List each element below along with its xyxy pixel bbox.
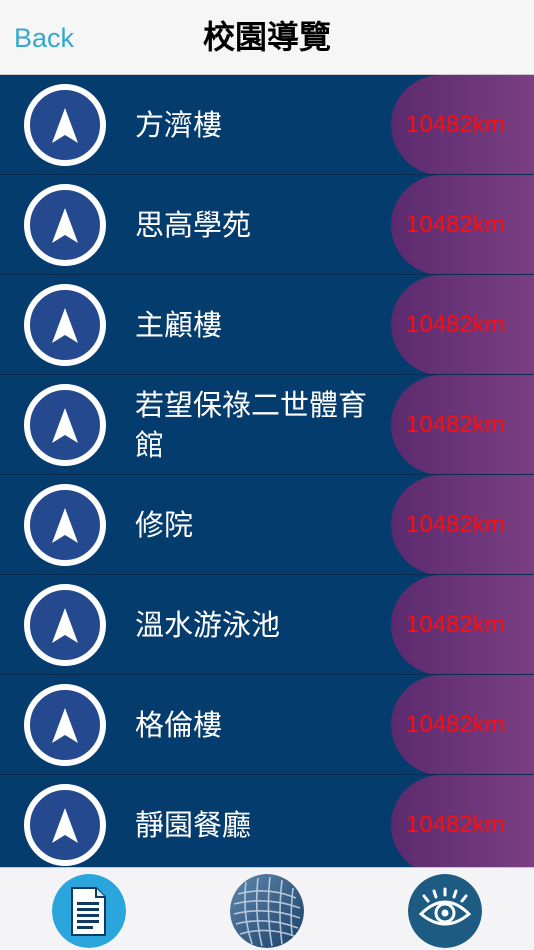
place-name: 若望保祿二世體育館 [135,388,368,462]
distance-label: 10482km [406,711,505,738]
list-item[interactable]: 格倫樓 10482km [0,675,534,775]
list-item[interactable]: 若望保祿二世體育館 10482km [0,375,534,475]
distance-label: 10482km [406,411,505,438]
tab-list[interactable] [52,874,126,948]
distance-label: 10482km [406,311,505,338]
navigation-arrow-icon[interactable] [24,84,106,166]
place-name: 主顧樓 [135,308,223,342]
page-title: 校園導覽 [202,18,331,56]
eye-icon [408,874,482,948]
document-icon [52,874,126,948]
tab-bar [0,867,534,950]
place-name: 溫水游泳池 [135,608,281,642]
grid-map-icon [230,874,304,948]
navigation-bar: Back 校園導覽 [0,0,534,75]
distance-label: 10482km [406,511,505,538]
navigation-arrow-icon[interactable] [24,684,106,766]
place-name: 格倫樓 [135,708,223,742]
place-name: 修院 [135,508,194,542]
list-item[interactable]: 主顧樓 10482km [0,275,534,375]
navigation-arrow-icon[interactable] [24,484,106,566]
navigation-arrow-icon[interactable] [24,784,106,866]
place-list: 方濟樓 10482km 思高學苑 10482km 主顧樓 10482km 若望保… [0,75,534,867]
list-item[interactable]: 溫水游泳池 10482km [0,575,534,675]
distance-label: 10482km [406,811,505,838]
distance-label: 10482km [406,111,505,138]
list-item[interactable]: 修院 10482km [0,475,534,575]
tab-view[interactable] [408,874,482,948]
list-item[interactable]: 靜園餐廳 10482km [0,775,534,867]
list-item[interactable]: 思高學苑 10482km [0,175,534,275]
distance-label: 10482km [406,211,505,238]
place-name: 靜園餐廳 [135,808,252,842]
place-name: 方濟樓 [135,108,223,142]
place-name: 思高學苑 [135,208,252,242]
distance-label: 10482km [406,611,505,638]
navigation-arrow-icon[interactable] [24,584,106,666]
navigation-arrow-icon[interactable] [24,384,106,466]
list-item[interactable]: 方濟樓 10482km [0,75,534,175]
navigation-arrow-icon[interactable] [24,284,106,366]
tab-map[interactable] [230,874,304,948]
navigation-arrow-icon[interactable] [24,184,106,266]
